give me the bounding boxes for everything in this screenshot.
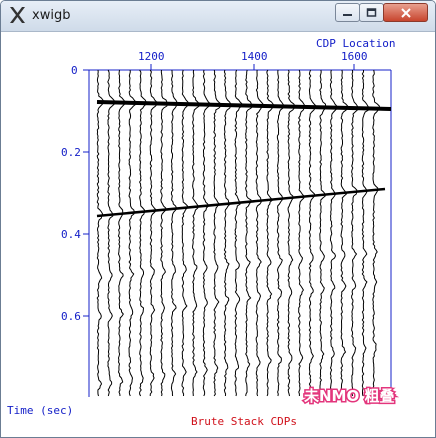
trace-24: [340, 69, 349, 397]
x-axis-title: CDP Location: [316, 37, 395, 50]
trace-13: [223, 69, 232, 397]
close-icon: [400, 7, 411, 18]
trace-3: [117, 69, 126, 397]
trace-8: [170, 69, 179, 397]
trace-21: [308, 69, 317, 397]
trace-4: [128, 69, 137, 397]
maximize-icon: [366, 8, 377, 17]
trace-17: [266, 69, 275, 397]
trace-12: [213, 69, 222, 397]
window-title: xwigb: [32, 8, 71, 23]
trace-7: [160, 69, 168, 397]
close-button[interactable]: [383, 3, 428, 22]
trace-22: [319, 69, 327, 397]
trace-5: [139, 69, 147, 397]
trace-2: [107, 69, 116, 397]
x-tick-1400: 1400: [241, 50, 268, 63]
minimize-icon: [343, 14, 352, 16]
title-bar[interactable]: xwigb: [1, 1, 435, 32]
trace-9: [181, 69, 189, 397]
y-tick-0.4: 0.4: [61, 228, 81, 241]
trace-15: [245, 69, 254, 397]
trace-27: [372, 69, 381, 397]
wiggle-traces: [96, 69, 392, 397]
maximize-button[interactable]: [359, 3, 384, 22]
y-tick-0: 0: [71, 64, 78, 77]
x-tick-1600: 1600: [341, 50, 368, 63]
trace-10: [192, 69, 201, 397]
seismic-plot: CDP Location 1200 1400 1600 0 0.2 0.4 0.…: [7, 37, 396, 428]
watermark-stamp: 未NMO 粗叠: [303, 387, 394, 405]
trace-18: [276, 69, 285, 397]
y-tick-0.6: 0.6: [61, 310, 81, 323]
trace-16: [255, 69, 264, 397]
trace-11: [202, 69, 212, 397]
trace-19: [287, 69, 296, 397]
y-axis-title: Time (sec): [7, 404, 73, 417]
x-tick-1200: 1200: [138, 50, 165, 63]
trace-25: [351, 69, 359, 397]
trace-14: [234, 69, 243, 397]
xwigb-window: xwigb CDP Location 1200 1400 1600 0 0.2 …: [0, 0, 436, 438]
trace-26: [361, 70, 370, 397]
trace-1: [96, 69, 105, 397]
plot-caption: Brute Stack CDPs: [191, 415, 297, 428]
minimize-button[interactable]: [335, 3, 360, 22]
trace-20: [298, 69, 306, 396]
y-tick-0.2: 0.2: [61, 146, 81, 159]
trace-23: [329, 69, 338, 397]
x-logo-icon: [10, 7, 25, 23]
trace-6: [149, 69, 158, 397]
